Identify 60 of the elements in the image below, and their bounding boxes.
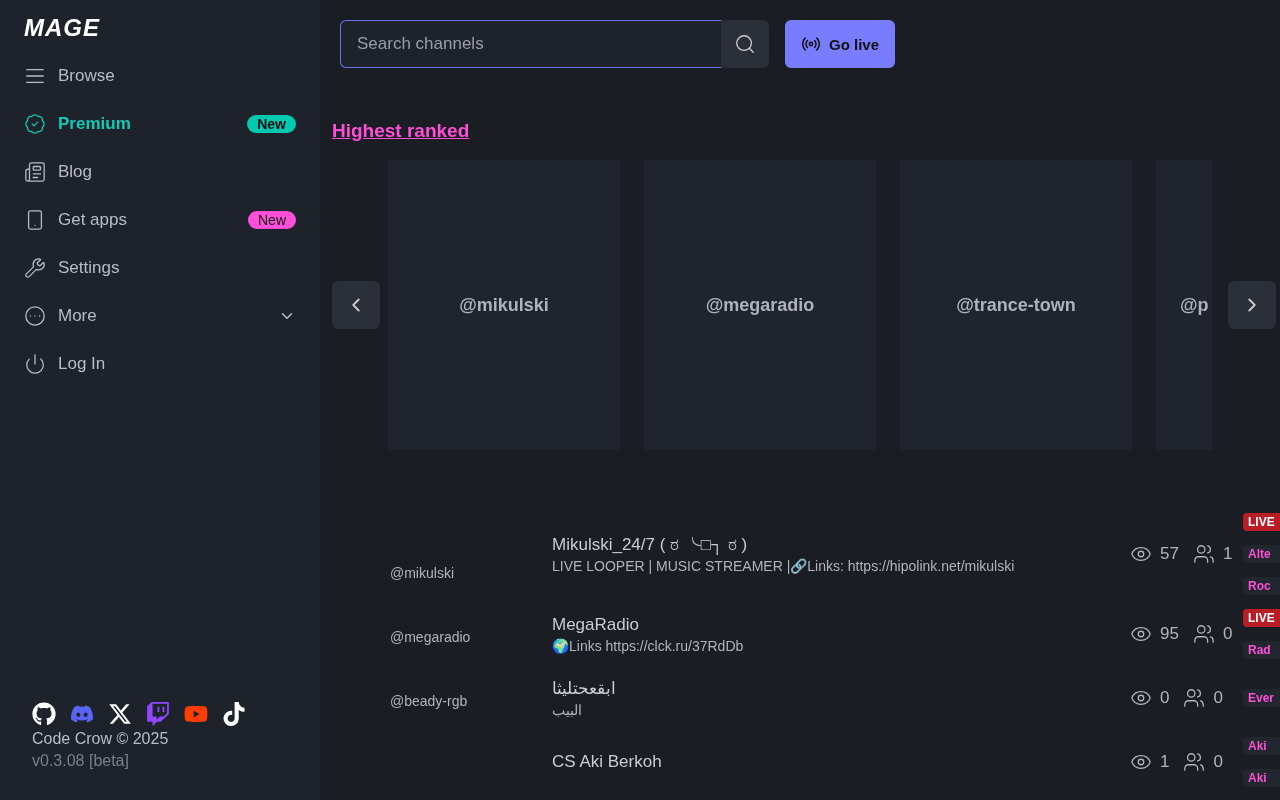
category-tag[interactable]: Rad <box>1243 641 1280 659</box>
category-tag[interactable]: Aki <box>1243 737 1280 755</box>
tiktok-icon[interactable] <box>222 702 246 726</box>
category-tag[interactable]: Aki <box>1243 769 1280 787</box>
stream-title[interactable]: Mikulski_24/7 ( ಠ ╰□┐ ಠ ) <box>552 534 1130 555</box>
follower-count: 1 <box>1222 544 1233 564</box>
nav-item[interactable]: Settings <box>24 244 296 292</box>
live-badge: LIVE <box>1243 513 1280 531</box>
users-icon <box>1192 543 1215 565</box>
users-icon <box>1183 687 1206 709</box>
channel-card[interactable]: @mikulski <box>388 160 620 450</box>
newspaper-icon <box>24 161 46 183</box>
settings-icon <box>24 257 46 279</box>
live-badge: LIVE <box>1243 609 1280 627</box>
new-badge: New <box>248 211 296 229</box>
nav-item[interactable]: Log In <box>24 340 296 388</box>
search-button[interactable] <box>721 20 769 68</box>
copyright-text: Code Crow © 2025 <box>32 730 170 748</box>
stream-description: 🌍Links https://clck.ru/37RdDb <box>552 637 745 654</box>
stream-description: LIVE LOOPER | MUSIC STREAMER |🔗Links: https://hipolink.net/mikulski <box>552 557 1016 574</box>
version-text: v0.3.08 [beta] <box>32 752 130 770</box>
stream-description: البيب <box>552 702 583 718</box>
new-badge: New <box>247 115 296 133</box>
channel-card[interactable]: @trance-town <box>900 160 1132 450</box>
nav-item[interactable]: Get apps New <box>24 196 296 244</box>
power-icon <box>24 353 46 375</box>
x-icon[interactable] <box>108 702 132 726</box>
channel-handle[interactable]: @megaradio <box>390 629 552 645</box>
search-icon <box>734 33 756 55</box>
broadcast-icon <box>801 34 821 54</box>
category-tag[interactable]: Roc <box>1243 577 1280 595</box>
channel-handle[interactable]: @beady-rgb <box>390 693 552 709</box>
viewer-count: 95 <box>1160 624 1179 644</box>
stream-title[interactable]: ابقعحتليثا <box>552 678 1130 699</box>
viewer-count: 57 <box>1160 544 1179 564</box>
channel-card[interactable]: @p <box>1156 160 1212 450</box>
category-tag[interactable]: Ever <box>1243 689 1280 707</box>
users-icon <box>1192 623 1215 645</box>
github-icon[interactable] <box>32 702 56 726</box>
channel-card[interactable]: @megaradio <box>644 160 876 450</box>
follower-count: 0 <box>1213 752 1223 772</box>
viewer-count: 0 <box>1160 688 1170 708</box>
viewer-count: 1 <box>1160 752 1170 772</box>
channel-handle[interactable]: @mikulski <box>390 565 552 581</box>
badge-check-icon <box>24 113 46 135</box>
stream-title[interactable]: MegaRadio <box>552 614 1130 635</box>
follower-count: 0 <box>1213 688 1223 708</box>
nav-item[interactable]: Browse <box>24 52 296 100</box>
twitch-icon[interactable] <box>146 702 170 726</box>
users-icon <box>1183 751 1206 773</box>
more-icon <box>24 305 46 327</box>
nav-item[interactable]: Blog <box>24 148 296 196</box>
follower-count: 0 <box>1222 624 1233 644</box>
nav-item[interactable]: Premium New <box>24 100 296 148</box>
go-live-button[interactable]: Go live <box>785 20 896 68</box>
category-tag[interactable]: Alte <box>1243 545 1280 563</box>
nav-item[interactable]: More <box>24 292 296 340</box>
section-title-link[interactable]: Highest ranked <box>332 120 470 142</box>
stream-title[interactable]: CS Aki Berkoh <box>552 752 1130 772</box>
logo[interactable]: MAGE <box>24 14 100 42</box>
